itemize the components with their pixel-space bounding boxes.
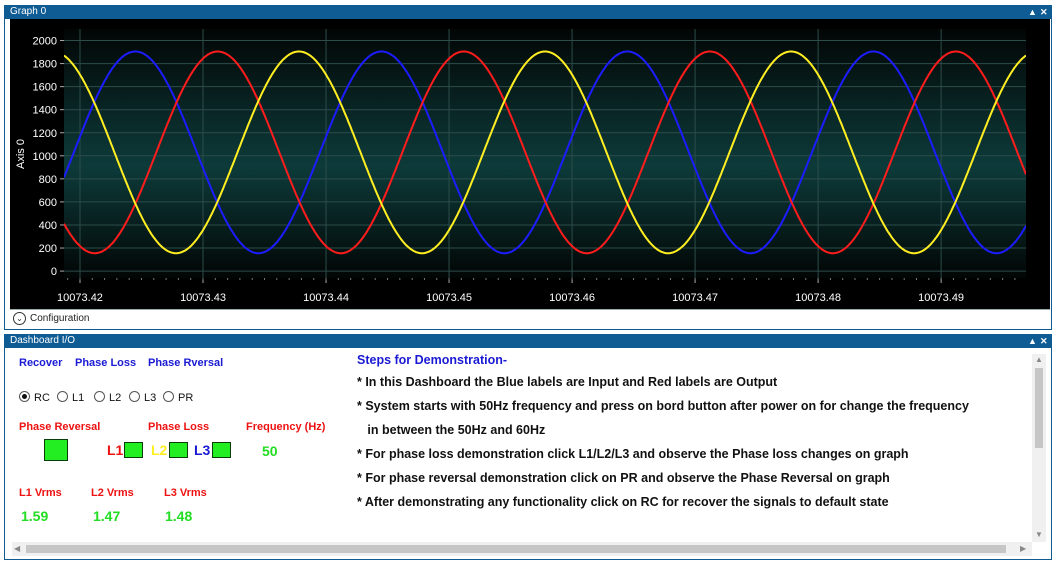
x-tick-label: 10073.49	[918, 292, 964, 304]
radio-l2[interactable]: L2	[94, 391, 121, 404]
radio-label: L1	[72, 392, 85, 404]
l3-vrms-label: L3 Vrms	[164, 487, 207, 499]
phase-reversal-input-label: Phase Rversal	[148, 357, 224, 369]
step-line: in between the 50Hz and 60Hz	[357, 423, 546, 437]
radio-dot[interactable]	[94, 391, 105, 402]
radio-label: L3	[144, 392, 157, 404]
phase-loss-input-label: Phase Loss	[75, 357, 137, 369]
x-tick-label: 10073.43	[180, 292, 226, 304]
phase-reversal-output-label: Phase Reversal	[19, 421, 101, 433]
frequency-label: Frequency (Hz)	[246, 421, 326, 433]
l1-vrms-value: 1.59	[21, 508, 49, 524]
y-tick-label: 200	[39, 243, 57, 255]
scroll-up-icon[interactable]: ▲	[1035, 355, 1043, 364]
radio-dot[interactable]	[129, 391, 140, 402]
x-tick-label: 10073.48	[795, 292, 841, 304]
horizontal-scroll-thumb[interactable]	[26, 545, 1006, 553]
radio-rc[interactable]: RC	[19, 391, 50, 404]
step-line: * For phase reversal demonstration click…	[357, 471, 890, 485]
x-tick-label: 10073.44	[303, 292, 349, 304]
configuration-label[interactable]: Configuration	[30, 313, 89, 324]
radio-l1[interactable]: L1	[57, 391, 84, 404]
l1-indicator	[124, 442, 143, 458]
x-tick-label: 10073.42	[57, 292, 103, 304]
radio-dot[interactable]	[163, 391, 174, 402]
radio-dot[interactable]	[57, 391, 68, 402]
steps-title: Steps for Demonstration-	[357, 353, 508, 367]
y-tick-label: 600	[39, 197, 57, 209]
radio-l3[interactable]: L3	[129, 391, 156, 404]
l3-vrms-value: 1.48	[165, 508, 193, 524]
graph-area[interactable]: 2000 1800 1600 1400 1200 1000 800 600 400 200 0 10…	[10, 19, 1050, 309]
configuration-bar[interactable]: ⌄ Configuration	[10, 309, 1050, 328]
l2-vrms-label: L2 Vrms	[91, 487, 134, 499]
radio-label: PR	[178, 392, 194, 404]
y-tick-label: 1400	[33, 105, 57, 117]
x-tick-label: 10073.47	[672, 292, 718, 304]
y-axis-label: Axis 0	[15, 139, 27, 169]
y-tick-label: 1000	[33, 151, 57, 163]
chevron-down-icon[interactable]: ⌄	[13, 312, 26, 325]
l2-vrms-value: 1.47	[93, 508, 121, 524]
step-line: * For phase loss demonstration click L1/…	[357, 447, 909, 461]
x-tick-label: 10073.45	[426, 292, 472, 304]
vertical-scrollbar[interactable]: ▲ ▼	[1032, 354, 1046, 542]
l3-indicator	[212, 442, 231, 458]
radio-pr[interactable]: PR	[163, 391, 193, 404]
horizontal-scrollbar[interactable]: ◀ ▶	[12, 542, 1032, 556]
phase-reversal-indicator	[44, 439, 68, 461]
l1-vrms-label: L1 Vrms	[19, 487, 62, 499]
y-tick-label: 800	[39, 174, 57, 186]
y-tick-label: 400	[39, 220, 57, 232]
l3-label: L3	[194, 442, 211, 458]
x-tick-label: 10073.46	[549, 292, 595, 304]
radio-label: RC	[34, 392, 50, 404]
l1-label: L1	[107, 442, 124, 458]
l2-label: L2	[151, 442, 168, 458]
phase-loss-output-label: Phase Loss	[148, 421, 210, 433]
y-tick-label: 2000	[33, 36, 57, 48]
step-line: * In this Dashboard the Blue labels are …	[357, 375, 778, 389]
y-tick-label: 1200	[33, 128, 57, 140]
y-tick-label: 1800	[33, 59, 57, 71]
waveform-chart[interactable]: 2000180016001400120010008006004002000 10…	[10, 19, 1050, 309]
frequency-value: 50	[262, 443, 278, 459]
y-tick-label: 0	[51, 266, 57, 278]
step-line: * System starts with 50Hz frequency and …	[357, 399, 969, 413]
l2-indicator	[169, 442, 188, 458]
scroll-right-icon[interactable]: ▶	[1020, 544, 1026, 553]
scroll-left-icon[interactable]: ◀	[14, 544, 20, 553]
recover-label: Recover	[19, 357, 63, 369]
y-tick-label: 1600	[33, 82, 57, 94]
radio-label: L2	[109, 392, 122, 404]
scroll-down-icon[interactable]: ▼	[1035, 530, 1043, 539]
radio-dot[interactable]	[19, 391, 30, 402]
step-line: * After demonstrating any functionality …	[357, 495, 889, 509]
vertical-scroll-thumb[interactable]	[1035, 368, 1043, 448]
plot-background	[64, 29, 1026, 278]
